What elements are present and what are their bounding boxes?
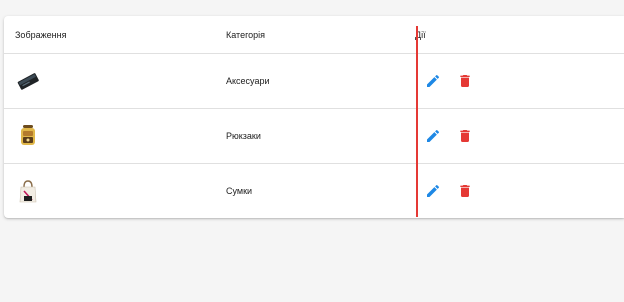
- column-divider: [416, 26, 418, 217]
- backpack-icon: [21, 125, 35, 145]
- table-row: Рюкзаки: [4, 109, 624, 164]
- header-image: Зображення: [15, 30, 67, 40]
- pencil-icon[interactable]: [425, 183, 441, 199]
- categories-table: Зображення Категорія Дії Аксесуари Рюкза…: [4, 16, 624, 218]
- table-row: Сумки: [4, 164, 624, 218]
- trash-icon[interactable]: [457, 73, 473, 89]
- accessory-case-icon: [17, 73, 39, 90]
- tote-bag-icon: [19, 180, 37, 203]
- table-row: Аксесуари: [4, 54, 624, 109]
- trash-icon[interactable]: [457, 128, 473, 144]
- category-name: Сумки: [226, 186, 253, 196]
- trash-icon[interactable]: [457, 183, 473, 199]
- pencil-icon[interactable]: [425, 128, 441, 144]
- header-category: Категорія: [226, 30, 266, 40]
- table-header: Зображення Категорія Дії: [4, 16, 624, 54]
- category-name: Рюкзаки: [226, 131, 261, 141]
- pencil-icon[interactable]: [425, 73, 441, 89]
- category-name: Аксесуари: [226, 76, 270, 86]
